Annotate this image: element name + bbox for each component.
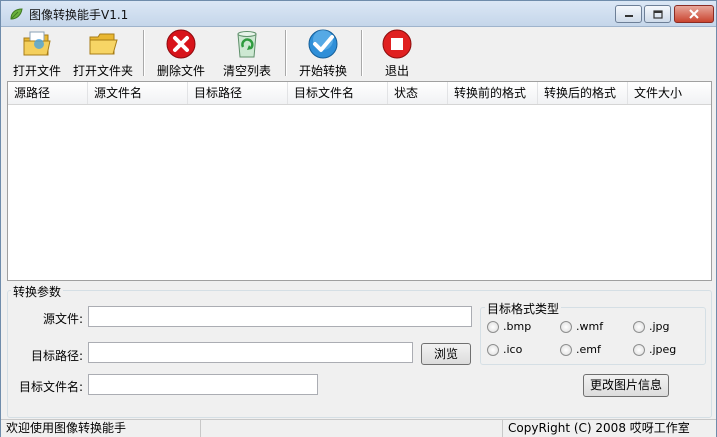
close-button[interactable] [674,5,714,23]
column-header[interactable]: 文件大小 [628,82,711,104]
radio-label: .emf [576,343,601,356]
toolbar-separator [285,30,287,76]
change-image-info-button[interactable]: 更改图片信息 [583,374,669,397]
open-file-label: 打开文件 [12,64,61,78]
radio-jpg[interactable]: .jpg [633,320,670,333]
recycle-bin-icon [237,31,257,58]
start-convert-button[interactable]: 开始转换 [295,28,351,80]
status-bar: 欢迎使用图像转换能手 CopyRight (C) 2008 哎呀工作室 [1,419,716,437]
close-icon [689,9,699,19]
delete-file-button[interactable]: 删除文件 [153,28,209,80]
exit-button[interactable]: 退出 [371,28,423,80]
browse-button[interactable]: 浏览 [421,343,471,365]
app-leaf-icon [10,8,23,20]
minimize-button[interactable] [615,5,642,23]
column-header[interactable]: 源文件名 [88,82,188,104]
open-folder-label: 打开文件夹 [72,64,133,78]
column-header[interactable]: 目标文件名 [288,82,388,104]
status-empty-panel [201,420,503,437]
radio-emf[interactable]: .emf [560,343,601,356]
column-header[interactable]: 状态 [388,82,448,104]
open-file-button[interactable]: 打开文件 [11,28,63,80]
open-file-icon [23,31,51,56]
maximize-button[interactable] [644,5,671,23]
radio-label: .bmp [503,320,532,333]
check-icon [308,29,338,59]
toolbar-separator [143,30,145,76]
radio-label: .ico [503,343,523,356]
params-title: 转换参数 [11,283,64,300]
target-name-input[interactable] [88,374,318,395]
title-bar[interactable]: 图像转换能手V1.1 [1,1,716,27]
format-title: 目标格式类型 [485,300,562,317]
column-header[interactable]: 转换后的格式 [538,82,628,104]
delete-icon [166,29,196,59]
target-name-label: 目标文件名: [18,380,83,394]
clear-list-button[interactable]: 清空列表 [219,28,275,80]
radio-jpeg[interactable]: .jpeg [633,343,676,356]
status-welcome: 欢迎使用图像转换能手 [1,420,201,437]
status-copyright: CopyRight (C) 2008 哎呀工作室 [508,421,690,435]
window-title: 图像转换能手V1.1 [29,8,129,22]
toolbar: 打开文件 打开文件夹 删除文件 清空列表 开始转换 退出 [5,28,713,80]
column-header[interactable]: 转换前的格式 [448,82,538,104]
radio-label: .jpeg [649,343,677,356]
list-header: 源路径 源文件名 目标路径 目标文件名 状态 转换前的格式 转换后的格式 文件大… [8,82,711,105]
radio-wmf[interactable]: .wmf [560,320,603,333]
app-window: 图像转换能手V1.1 打开文件 打开文件夹 删除文件 清空列表 开始转换 退出 … [0,0,717,437]
start-convert-label: 开始转换 [298,64,347,78]
delete-file-label: 删除文件 [156,64,205,78]
radio-circle-icon [487,343,499,356]
radio-circle-icon [633,320,645,333]
exit-label: 退出 [384,64,409,78]
radio-bmp[interactable]: .bmp [487,320,531,333]
source-file-input[interactable] [88,306,472,327]
radio-circle-icon [560,343,572,356]
column-header[interactable]: 目标路径 [188,82,288,104]
column-header[interactable]: 源路径 [8,82,88,104]
target-path-input[interactable] [88,342,413,363]
toolbar-separator [361,30,363,76]
open-folder-button[interactable]: 打开文件夹 [71,28,135,80]
minimize-icon [624,15,633,17]
radio-ico[interactable]: .ico [487,343,522,356]
source-file-label: 源文件: [42,312,83,326]
radio-label: .wmf [576,320,604,333]
folder-icon [89,33,118,55]
radio-circle-icon [487,320,499,333]
radio-label: .jpg [649,320,670,333]
stop-icon [382,29,412,59]
file-list[interactable]: 源路径 源文件名 目标路径 目标文件名 状态 转换前的格式 转换后的格式 文件大… [7,81,712,281]
maximize-icon [652,9,663,19]
radio-circle-icon [633,343,645,356]
radio-circle-icon [560,320,572,333]
target-path-label: 目标路径: [30,349,83,363]
clear-list-label: 清空列表 [222,64,271,78]
